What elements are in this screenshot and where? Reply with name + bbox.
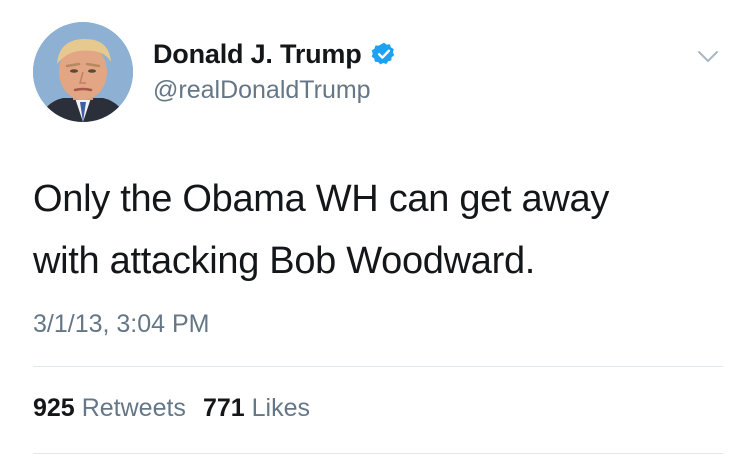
likes-label: Likes	[251, 394, 311, 422]
retweets-stat[interactable]: 925 Retweets	[33, 394, 186, 423]
retweets-label: Retweets	[81, 394, 186, 422]
chevron-down-icon[interactable]	[693, 46, 723, 68]
verified-badge-icon	[371, 41, 397, 67]
divider	[33, 453, 723, 454]
display-name[interactable]: Donald J. Trump	[153, 39, 362, 70]
user-name-row: Donald J. Trump	[153, 36, 397, 72]
tweet-text-line: Only the Obama WH can get away	[33, 178, 610, 220]
likes-count: 771	[202, 394, 245, 422]
tweet-card: Donald J. Trump @realDonaldTrump Only th…	[0, 0, 750, 469]
divider	[33, 366, 723, 367]
tweet-stats: 925 Retweets 771 Likes	[33, 394, 310, 423]
avatar-photo	[33, 22, 133, 122]
user-handle[interactable]: @realDonaldTrump	[153, 76, 371, 105]
tweet-text: Only the Obama WH can get away with atta…	[33, 168, 713, 292]
tweet-timestamp[interactable]: 3/1/13, 3:04 PM	[33, 310, 210, 339]
tweet-text-line: with attacking Bob Woodward.	[33, 240, 536, 282]
retweets-count: 925	[33, 394, 75, 422]
likes-stat[interactable]: 771 Likes	[203, 394, 310, 423]
avatar[interactable]	[33, 22, 133, 122]
